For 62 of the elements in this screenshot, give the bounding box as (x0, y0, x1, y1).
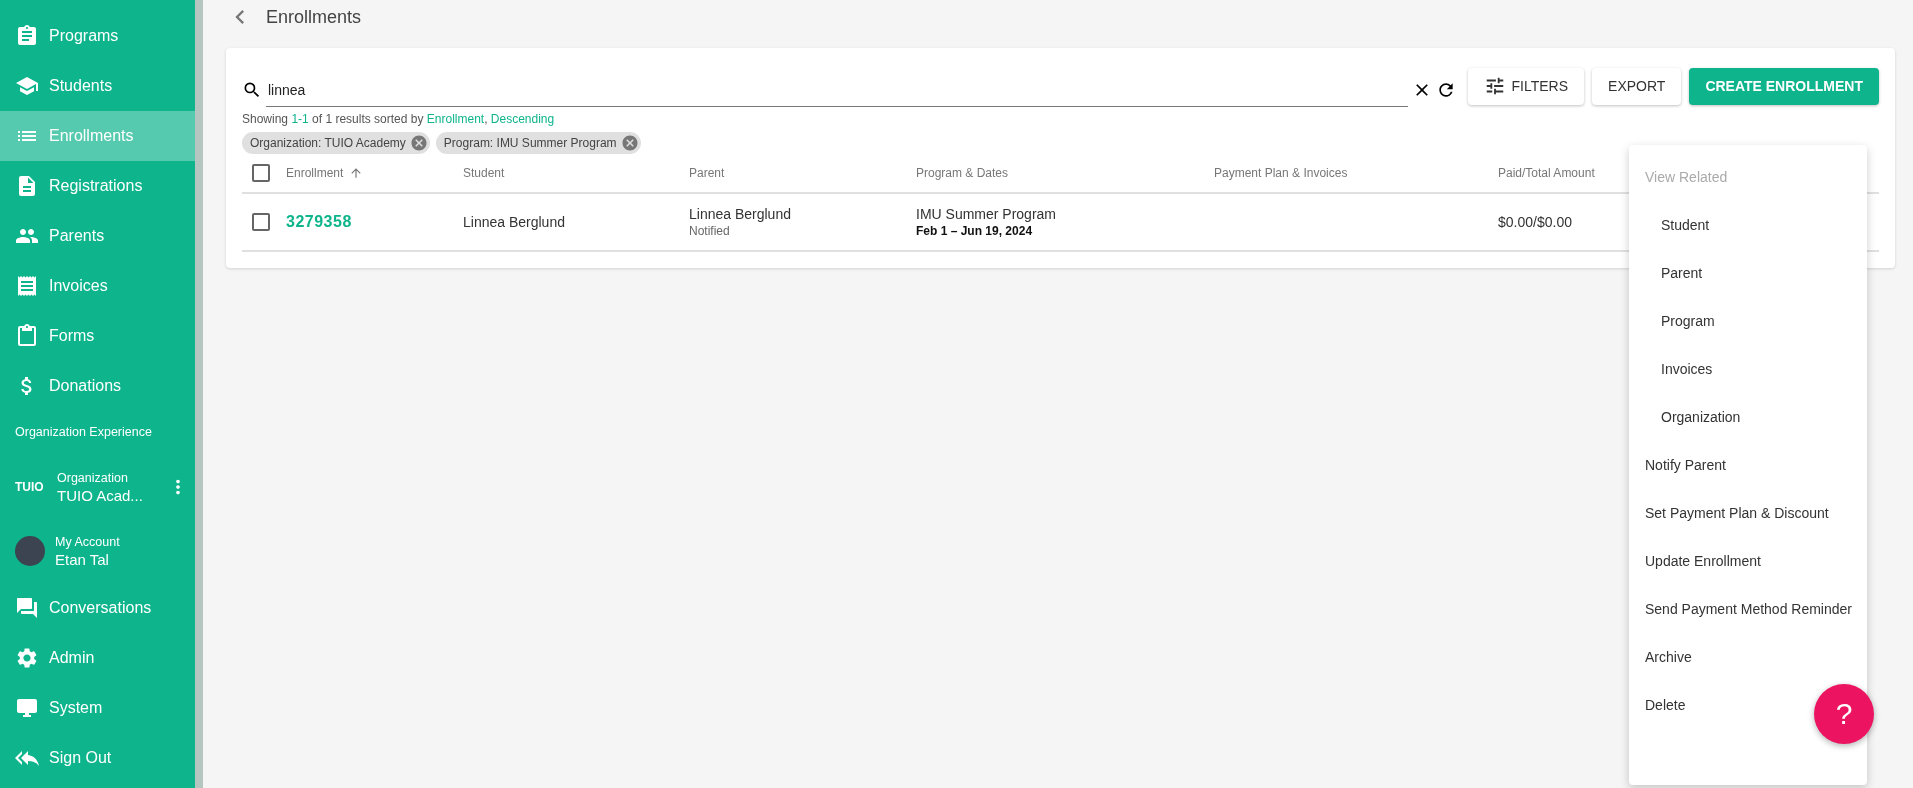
sidebar-item[interactable]: Programs (0, 11, 195, 61)
sidebar-item[interactable]: Students (0, 61, 195, 111)
organization-name: TUIO Acad... (57, 486, 144, 504)
sidebar-item[interactable]: Donations (0, 361, 195, 411)
table-cell-text: Linnea Berglund (689, 206, 792, 222)
profile-caption: My Account (55, 534, 121, 549)
menu-item[interactable]: Parent (1629, 249, 1703, 297)
sidebar-item[interactable]: Conversations (0, 583, 195, 633)
menu-item[interactable]: Notify Parent (1629, 441, 1726, 489)
menu-item[interactable]: Delete (1629, 681, 1686, 729)
menu-item[interactable]: Program (1629, 297, 1715, 345)
receipt-icon (15, 274, 39, 298)
filter-chip[interactable]: Program: IMU Summer Program (435, 132, 641, 154)
column-header[interactable]: Payment Plan & Invoices (1214, 166, 1498, 180)
chat-icon (15, 596, 39, 620)
sidebar-item[interactable]: System (0, 683, 195, 733)
menu-item[interactable]: Set Payment Plan & Discount (1629, 489, 1829, 537)
enrollment-link[interactable]: 3279358 (286, 213, 352, 230)
table-cell: $0.00/$0.00 (1498, 214, 1572, 230)
sidebar-item[interactable]: Registrations (0, 161, 195, 211)
column-header[interactable]: Student (463, 166, 689, 180)
table-cell: Linnea Berglund (463, 214, 565, 230)
menu-item[interactable]: Student (1629, 201, 1710, 249)
search-field[interactable]: linnea (266, 73, 1408, 107)
clipboard-icon (15, 324, 39, 348)
remove-icon[interactable] (620, 134, 639, 152)
action-button[interactable]: CREATE ENROLLMENT (1689, 67, 1879, 105)
column-header[interactable]: Program & Dates (916, 166, 1214, 180)
column-header[interactable]: Enrollment (286, 166, 463, 180)
sidebar-item[interactable]: Sign Out (0, 733, 195, 783)
results-summary: Showing 1-1 of 1 results sorted by Enrollment, Descending (242, 112, 556, 126)
avatar (15, 536, 45, 566)
sidebar-item[interactable]: Forms (0, 311, 195, 361)
sidebar-item[interactable]: Admin (0, 633, 195, 683)
menu-item[interactable]: Send Payment Method Reminder (1629, 585, 1852, 633)
sidebar-item[interactable]: Parents (0, 211, 195, 261)
table-cell-text: IMU Summer Program (916, 206, 1058, 222)
menu-item[interactable]: Organization (1629, 393, 1741, 441)
filter-chip[interactable]: Organization: TUIO Academy (242, 132, 430, 154)
settings-icon (15, 646, 39, 670)
program-dates: Feb 1 – Jun 19, 2024 (916, 224, 1034, 238)
menu-item[interactable]: Update Enrollment (1629, 537, 1761, 585)
menu-item[interactable]: Archive (1629, 633, 1692, 681)
graduation-cap-icon (15, 74, 39, 98)
action-button[interactable]: FILTERS (1467, 67, 1585, 105)
remove-icon[interactable] (409, 134, 428, 152)
clipboard-icon (15, 24, 39, 48)
menu-item[interactable]: Invoices (1629, 345, 1713, 393)
menu-header: View Related (1644, 168, 1728, 187)
monitor-icon (15, 696, 39, 720)
account-name: Etan Tal (55, 550, 110, 568)
organization-logo: TUIO (15, 480, 45, 494)
profile-caption: Organization (57, 470, 129, 485)
search-icon (242, 80, 262, 100)
page-title: Enrollments (266, 6, 362, 28)
section-label: Organization Experience (14, 424, 153, 441)
parent-status: Notified (689, 224, 731, 238)
checkbox[interactable] (252, 213, 270, 231)
column-header[interactable]: Parent (689, 166, 916, 180)
action-button[interactable]: EXPORT (1592, 67, 1682, 105)
sidebar-item[interactable]: Invoices (0, 261, 195, 311)
checkbox[interactable] (252, 164, 270, 182)
